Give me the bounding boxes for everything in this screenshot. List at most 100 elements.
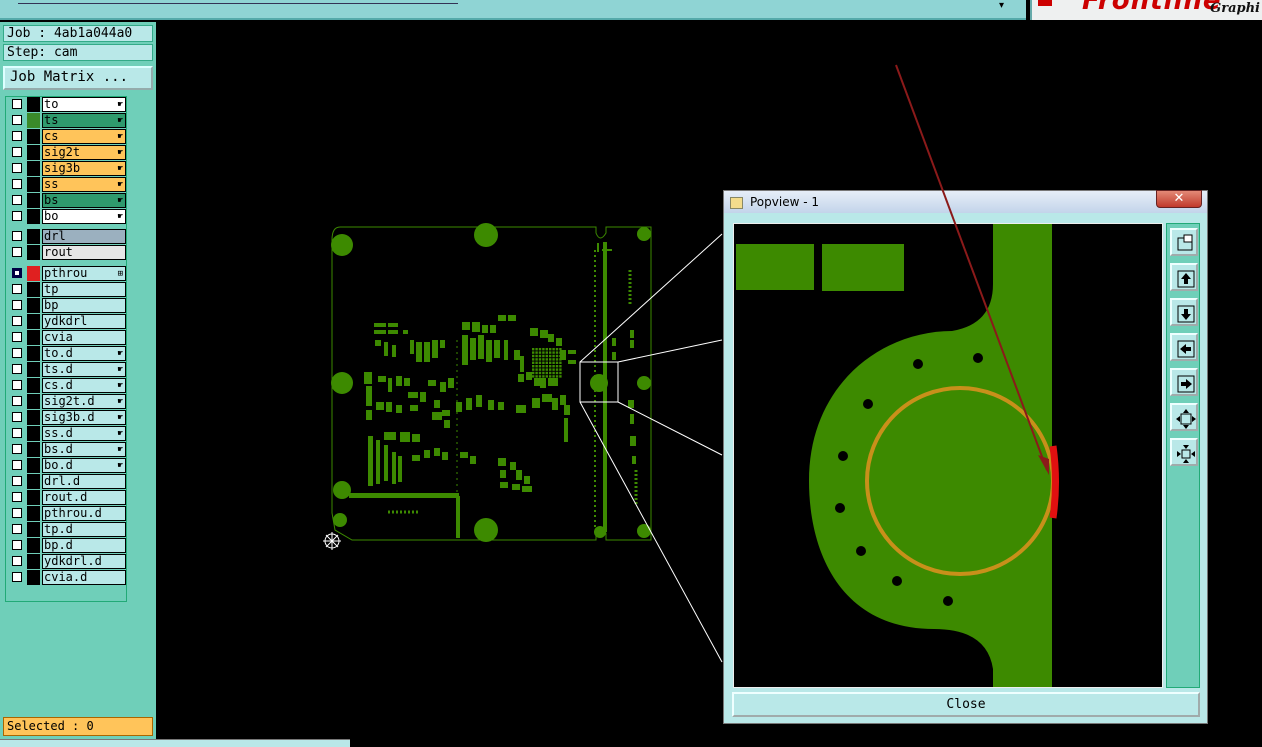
move-up-button[interactable] — [1170, 263, 1198, 291]
layer-name[interactable]: sig2t.d ☛ — [42, 394, 126, 409]
layer-color-swatch[interactable] — [27, 490, 40, 505]
layer-name[interactable]: sig3b ☛ — [42, 161, 126, 176]
layer-name[interactable]: bo.d ☛ — [42, 458, 126, 473]
layer-visibility-checkbox[interactable] — [12, 115, 22, 125]
layer-row-bo[interactable]: bo ☛ — [8, 209, 126, 224]
layer-color-swatch[interactable] — [27, 506, 40, 521]
layer-name[interactable]: ydkdrl — [42, 314, 126, 329]
layer-name[interactable]: cvia — [42, 330, 126, 345]
layer-row-cs[interactable]: cs ☛ — [8, 129, 126, 144]
layer-row-bo-d[interactable]: bo.d ☛ — [8, 458, 126, 473]
layer-color-swatch[interactable] — [27, 554, 40, 569]
layer-color-swatch[interactable] — [27, 266, 40, 281]
layer-name[interactable]: bp.d — [42, 538, 126, 553]
layer-visibility-checkbox[interactable] — [12, 195, 22, 205]
layer-visibility-checkbox[interactable] — [12, 268, 22, 278]
layer-row-rout[interactable]: rout — [8, 245, 126, 260]
chevron-icon[interactable]: ▾ — [999, 0, 1004, 11]
layer-visibility-checkbox[interactable] — [12, 428, 22, 438]
layer-name[interactable]: drl — [42, 229, 126, 244]
layer-visibility-checkbox[interactable] — [12, 131, 22, 141]
job-matrix-button[interactable]: Job Matrix ... — [3, 66, 153, 90]
layer-row-pthrou[interactable]: pthrou ⊞ — [8, 266, 126, 281]
layer-visibility-checkbox[interactable] — [12, 476, 22, 486]
layer-row-to-d[interactable]: to.d ☛ — [8, 346, 126, 361]
layer-color-swatch[interactable] — [27, 298, 40, 313]
layer-name[interactable]: sig2t ☛ — [42, 145, 126, 160]
layer-row-ydkdrl-d[interactable]: ydkdrl.d — [8, 554, 126, 569]
layer-color-swatch[interactable] — [27, 410, 40, 425]
layer-color-swatch[interactable] — [27, 314, 40, 329]
layer-visibility-checkbox[interactable] — [12, 380, 22, 390]
layer-visibility-checkbox[interactable] — [12, 396, 22, 406]
layer-name[interactable]: ss.d ☛ — [42, 426, 126, 441]
layer-visibility-checkbox[interactable] — [12, 460, 22, 470]
layer-color-swatch[interactable] — [27, 346, 40, 361]
layer-name[interactable]: ts ☛ — [42, 113, 126, 128]
layer-name[interactable]: ss ☛ — [42, 177, 126, 192]
layer-row-ts[interactable]: ts ☛ — [8, 113, 126, 128]
layer-name[interactable]: pthrou.d — [42, 506, 126, 521]
layer-name[interactable]: to.d ☛ — [42, 346, 126, 361]
layer-name[interactable]: ts.d ☛ — [42, 362, 126, 377]
layer-visibility-checkbox[interactable] — [12, 247, 22, 257]
layer-visibility-checkbox[interactable] — [12, 508, 22, 518]
layer-visibility-checkbox[interactable] — [12, 492, 22, 502]
layer-name[interactable]: drl.d — [42, 474, 126, 489]
layer-color-swatch[interactable] — [27, 209, 40, 224]
close-button[interactable]: Close — [732, 692, 1200, 717]
move-left-button[interactable] — [1170, 333, 1198, 361]
layer-visibility-checkbox[interactable] — [12, 211, 22, 221]
layer-name[interactable]: cs.d ☛ — [42, 378, 126, 393]
move-down-button[interactable] — [1170, 298, 1198, 326]
layer-color-swatch[interactable] — [27, 97, 40, 112]
layer-visibility-checkbox[interactable] — [12, 364, 22, 374]
layer-name[interactable]: cvia.d — [42, 570, 126, 585]
layer-row-ts-d[interactable]: ts.d ☛ — [8, 362, 126, 377]
layer-name[interactable]: tp — [42, 282, 126, 297]
layer-name[interactable]: rout — [42, 245, 126, 260]
layer-color-swatch[interactable] — [27, 394, 40, 409]
layer-row-bs[interactable]: bs ☛ — [8, 193, 126, 208]
layer-visibility-checkbox[interactable] — [12, 524, 22, 534]
layer-color-swatch[interactable] — [27, 458, 40, 473]
layer-name[interactable]: pthrou ⊞ — [42, 266, 126, 281]
layer-visibility-checkbox[interactable] — [12, 163, 22, 173]
layer-visibility-checkbox[interactable] — [12, 348, 22, 358]
layer-visibility-checkbox[interactable] — [12, 284, 22, 294]
layer-visibility-checkbox[interactable] — [12, 147, 22, 157]
layer-color-swatch[interactable] — [27, 113, 40, 128]
layer-row-to[interactable]: to ☛ — [8, 97, 126, 112]
layer-visibility-checkbox[interactable] — [12, 179, 22, 189]
layer-color-swatch[interactable] — [27, 161, 40, 176]
layer-row-sig3b-d[interactable]: sig3b.d ☛ — [8, 410, 126, 425]
layer-color-swatch[interactable] — [27, 245, 40, 260]
layer-visibility-checkbox[interactable] — [12, 231, 22, 241]
layer-row-sig3b[interactable]: sig3b ☛ — [8, 161, 126, 176]
layer-color-swatch[interactable] — [27, 378, 40, 393]
layer-name[interactable]: bs ☛ — [42, 193, 126, 208]
layer-row-rout-d[interactable]: rout.d — [8, 490, 126, 505]
layer-color-swatch[interactable] — [27, 282, 40, 297]
layer-color-swatch[interactable] — [27, 362, 40, 377]
layer-name[interactable]: sig3b.d ☛ — [42, 410, 126, 425]
layer-row-bs-d[interactable]: bs.d ☛ — [8, 442, 126, 457]
layer-color-swatch[interactable] — [27, 129, 40, 144]
layer-color-swatch[interactable] — [27, 177, 40, 192]
layer-color-swatch[interactable] — [27, 538, 40, 553]
layer-color-swatch[interactable] — [27, 145, 40, 160]
layer-color-swatch[interactable] — [27, 193, 40, 208]
layer-row-bp-d[interactable]: bp.d — [8, 538, 126, 553]
layer-row-cs-d[interactable]: cs.d ☛ — [8, 378, 126, 393]
layer-row-ss-d[interactable]: ss.d ☛ — [8, 426, 126, 441]
layer-row-drl-d[interactable]: drl.d — [8, 474, 126, 489]
layer-color-swatch[interactable] — [27, 229, 40, 244]
layer-row-sig2t[interactable]: sig2t ☛ — [8, 145, 126, 160]
layer-visibility-checkbox[interactable] — [12, 556, 22, 566]
layer-row-pthrou-d[interactable]: pthrou.d — [8, 506, 126, 521]
layer-visibility-checkbox[interactable] — [12, 444, 22, 454]
layer-visibility-checkbox[interactable] — [12, 332, 22, 342]
layer-visibility-checkbox[interactable] — [12, 316, 22, 326]
layer-row-tp[interactable]: tp — [8, 282, 126, 297]
layer-name[interactable]: bp — [42, 298, 126, 313]
